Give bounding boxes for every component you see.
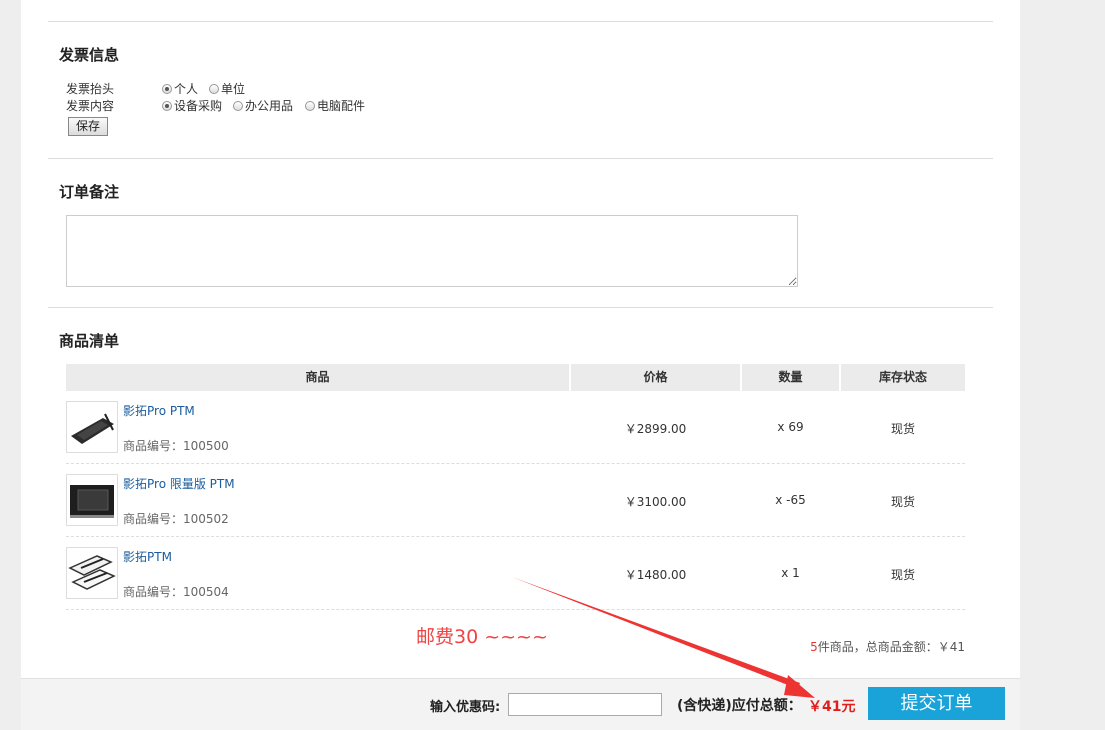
tablet-white-icon[interactable]	[66, 547, 118, 599]
radio-personal-label: 个人	[174, 82, 199, 96]
divider	[48, 21, 993, 22]
radio-office-label: 办公用品	[245, 99, 294, 113]
submit-order-button[interactable]: 提交订单	[868, 687, 1005, 720]
product-stock: 现货	[890, 422, 915, 436]
total-label: (含快递)应付总额：	[677, 698, 802, 714]
item-count: 5	[810, 640, 818, 654]
radio-unchecked-icon	[305, 100, 315, 111]
product-quantity: x -65	[775, 493, 806, 507]
save-button[interactable]: 保存	[68, 117, 108, 136]
product-stock: 现货	[890, 568, 915, 582]
summary-text: 件商品，总商品金额：￥41	[817, 640, 965, 654]
column-header-product: 商品	[66, 364, 569, 391]
radio-company-label: 单位	[221, 82, 246, 96]
invoice-header-label: 发票抬头	[66, 82, 115, 96]
product-price: ￥1480.00	[624, 568, 687, 582]
radio-office[interactable]: 办公用品	[233, 97, 293, 114]
coupon-label: 输入优惠码:	[430, 700, 501, 715]
products-section-title: 商品清单	[59, 332, 120, 350]
product-code: 商品编号：100504	[123, 585, 229, 599]
order-summary: 5件商品，总商品金额：￥41	[810, 638, 965, 655]
row-divider	[66, 463, 965, 464]
radio-equipment-label: 设备采购	[174, 99, 223, 113]
radio-unchecked-icon	[209, 83, 219, 94]
radio-company[interactable]: 单位	[209, 80, 245, 97]
product-quantity: x 69	[777, 420, 804, 434]
product-code: 商品编号：100502	[123, 512, 229, 526]
divider	[48, 307, 993, 308]
tablet-dark-icon[interactable]	[66, 401, 118, 453]
product-name-link[interactable]: 影拓Pro 限量版 PTM	[123, 475, 235, 492]
product-stock: 现货	[890, 495, 915, 509]
remark-section-title: 订单备注	[59, 183, 120, 201]
radio-checked-icon	[162, 83, 172, 94]
order-remark-textarea[interactable]	[66, 215, 798, 287]
product-quantity: x 1	[781, 566, 800, 580]
invoice-section-title: 发票信息	[59, 46, 120, 64]
product-code: 商品编号：100500	[123, 439, 229, 453]
row-divider	[66, 609, 965, 610]
product-price: ￥2899.00	[624, 422, 687, 436]
product-price: ￥3100.00	[624, 495, 687, 509]
coupon-input[interactable]	[508, 693, 662, 716]
radio-checked-icon	[162, 100, 172, 111]
divider	[48, 158, 993, 159]
radio-equipment[interactable]: 设备采购	[162, 97, 222, 114]
product-name-link[interactable]: 影拓PTM	[123, 548, 172, 565]
shipping-annotation: 邮费30 ~~~~	[416, 626, 548, 648]
product-name-link[interactable]: 影拓Pro PTM	[123, 402, 195, 419]
column-header-price: 价格	[571, 364, 740, 391]
radio-computer-parts-label: 电脑配件	[317, 99, 366, 113]
radio-computer-parts[interactable]: 电脑配件	[305, 97, 365, 114]
tablet-box-icon[interactable]	[66, 474, 118, 526]
row-divider	[66, 536, 965, 537]
invoice-content-label: 发票内容	[66, 99, 115, 113]
radio-unchecked-icon	[233, 100, 243, 111]
column-header-stock: 库存状态	[841, 364, 965, 391]
column-header-quantity: 数量	[742, 364, 839, 391]
total-amount: ￥41元	[808, 699, 856, 715]
radio-personal[interactable]: 个人	[162, 80, 198, 97]
